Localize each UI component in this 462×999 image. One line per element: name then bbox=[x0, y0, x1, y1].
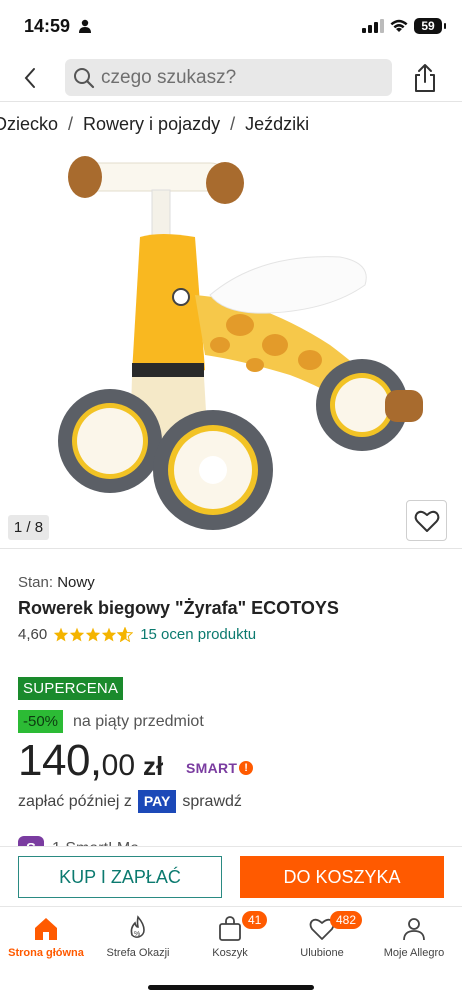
search-input[interactable] bbox=[101, 66, 371, 89]
discount-row: -50% na piąty przedmiot bbox=[18, 710, 204, 733]
nav-cart[interactable]: 41 Koszyk bbox=[184, 907, 276, 977]
price-currency: zł bbox=[143, 751, 164, 781]
price-decimal: 00 bbox=[101, 749, 136, 782]
user-icon bbox=[403, 918, 425, 941]
condition-label: Stan: bbox=[18, 574, 54, 591]
paylater-check-link[interactable]: sprawdź bbox=[182, 793, 242, 811]
rating-value: 4,60 bbox=[18, 626, 48, 643]
price: 140, 00 zł bbox=[18, 736, 163, 786]
favorites-badge: 482 bbox=[330, 911, 363, 929]
nav-home[interactable]: Strona główna bbox=[0, 907, 92, 977]
add-to-cart-button[interactable]: DO KOSZYKA bbox=[240, 856, 444, 898]
star-icon bbox=[102, 627, 117, 642]
rating-count-link[interactable]: 15 ocen produktu bbox=[140, 626, 256, 643]
condition: Stan: Nowy bbox=[18, 574, 95, 591]
breadcrumb: Dziecko / Rowery i pojazdy / Jeździki bbox=[0, 114, 309, 135]
smart-badge[interactable]: SMART ! bbox=[186, 760, 254, 776]
breadcrumb-item[interactable]: Dziecko bbox=[0, 114, 58, 135]
condition-value: Nowy bbox=[57, 574, 95, 591]
breadcrumb-separator: / bbox=[68, 114, 74, 134]
cart-badge: 41 bbox=[242, 911, 268, 929]
status-time: 14:59 bbox=[24, 16, 71, 36]
search-box[interactable] bbox=[65, 59, 392, 96]
star-icon bbox=[54, 627, 69, 642]
price-integer: 140, bbox=[18, 736, 102, 785]
svg-text:%: % bbox=[134, 931, 140, 938]
status-bar: 14:59 59 bbox=[0, 0, 462, 54]
paylater-text: zapłać później z bbox=[18, 792, 132, 810]
nav-deals[interactable]: % Strefa Okazji bbox=[92, 907, 184, 977]
home-indicator bbox=[148, 985, 314, 990]
product-image[interactable] bbox=[0, 145, 462, 545]
nav-label: Moje Allegro bbox=[383, 947, 445, 959]
star-icon bbox=[70, 627, 85, 642]
breadcrumb-separator: / bbox=[230, 114, 236, 134]
bottom-nav: Strona główna % Strefa Okazji 41 Koszyk … bbox=[0, 906, 462, 999]
favorite-button[interactable] bbox=[406, 500, 447, 541]
smart-label: SMART bbox=[186, 760, 238, 776]
chevron-left-icon bbox=[24, 68, 35, 88]
supercena-badge: SUPERCENA bbox=[18, 677, 124, 700]
search-icon bbox=[74, 67, 95, 88]
rating-stars bbox=[53, 627, 134, 642]
signal-icon bbox=[362, 19, 384, 33]
share-icon bbox=[415, 64, 435, 92]
discount-text: na piąty przedmiot bbox=[73, 712, 204, 730]
home-icon bbox=[35, 918, 57, 940]
smart-exclamation-icon: ! bbox=[239, 761, 254, 775]
action-bar: KUP I ZAPŁAĆ DO KOSZYKA bbox=[0, 846, 462, 906]
product-title: Rowerek biegowy "Żyrafa" ECOTOYS bbox=[18, 598, 339, 618]
nav-label: Ulubione bbox=[300, 947, 344, 959]
top-header bbox=[0, 54, 462, 102]
image-counter: 1 / 8 bbox=[8, 515, 49, 540]
wifi-icon bbox=[390, 19, 408, 32]
star-half-icon bbox=[117, 627, 134, 642]
nav-label: Strona główna bbox=[8, 947, 84, 959]
breadcrumb-item[interactable]: Rowery i pojazdy bbox=[83, 114, 220, 135]
rating-row: 4,60 15 ocen produktu bbox=[18, 626, 256, 643]
nav-my-allegro[interactable]: Moje Allegro bbox=[368, 907, 460, 977]
person-icon bbox=[79, 19, 91, 33]
battery-icon: 59 bbox=[414, 18, 446, 34]
nav-label: Strefa Okazji bbox=[106, 947, 170, 959]
deals-flame-icon: % bbox=[130, 915, 145, 938]
buy-now-button[interactable]: KUP I ZAPŁAĆ bbox=[18, 856, 222, 898]
pay-later: zapłać później z PAY sprawdź bbox=[18, 790, 242, 813]
share-button[interactable] bbox=[408, 60, 442, 96]
cart-bag-icon bbox=[219, 916, 241, 941]
divider bbox=[0, 548, 462, 549]
star-icon bbox=[86, 627, 101, 642]
pay-badge: PAY bbox=[137, 790, 177, 813]
nav-label: Koszyk bbox=[212, 947, 248, 959]
heart-icon bbox=[414, 510, 439, 532]
breadcrumb-item[interactable]: Jeździki bbox=[245, 114, 309, 135]
nav-favorites[interactable]: 482 Ulubione bbox=[276, 907, 368, 977]
back-button[interactable] bbox=[16, 64, 44, 92]
discount-badge: -50% bbox=[18, 710, 64, 733]
